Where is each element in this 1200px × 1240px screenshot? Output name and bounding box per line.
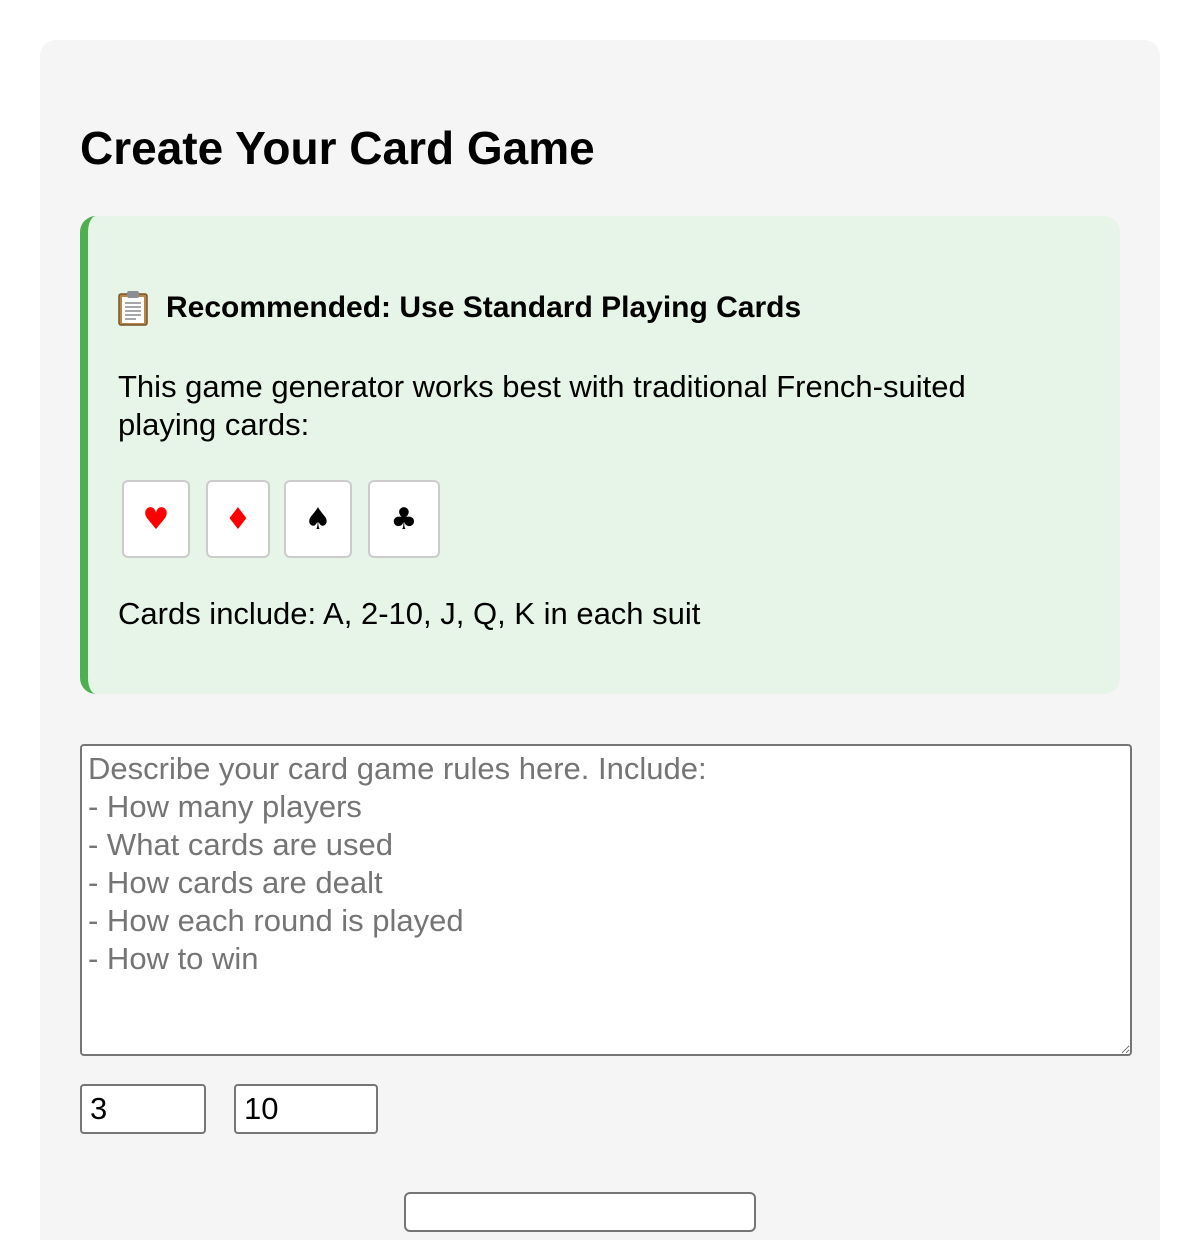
spades-card: ♠ <box>284 480 352 558</box>
notice-footer: Cards include: A, 2-10, J, Q, K in each … <box>118 596 701 631</box>
diamonds-card: ♦ <box>206 480 270 558</box>
notice-body: This game generator works best with trad… <box>118 369 966 442</box>
clubs-card: ♣ <box>368 480 440 558</box>
generate-game-button[interactable] <box>404 1192 756 1232</box>
players-count-input[interactable] <box>80 1084 206 1134</box>
game-rules-input[interactable] <box>80 744 1132 1056</box>
page-title: Create Your Card Game <box>80 122 595 174</box>
hearts-card: ♥ <box>122 480 190 558</box>
diamonds-icon: ♦ <box>224 501 252 537</box>
notice-heading: Recommended: Use Standard Playing Cards <box>118 286 801 330</box>
notice-heading-text: Recommended: Use Standard Playing Cards <box>166 291 802 324</box>
clipboard-icon <box>118 290 148 326</box>
spades-icon: ♠ <box>304 501 332 537</box>
clubs-icon: ♣ <box>390 501 418 537</box>
recommendation-notice: Recommended: Use Standard Playing Cards … <box>80 216 1120 694</box>
rounds-count-input[interactable] <box>234 1084 378 1134</box>
hearts-icon: ♥ <box>142 501 170 537</box>
